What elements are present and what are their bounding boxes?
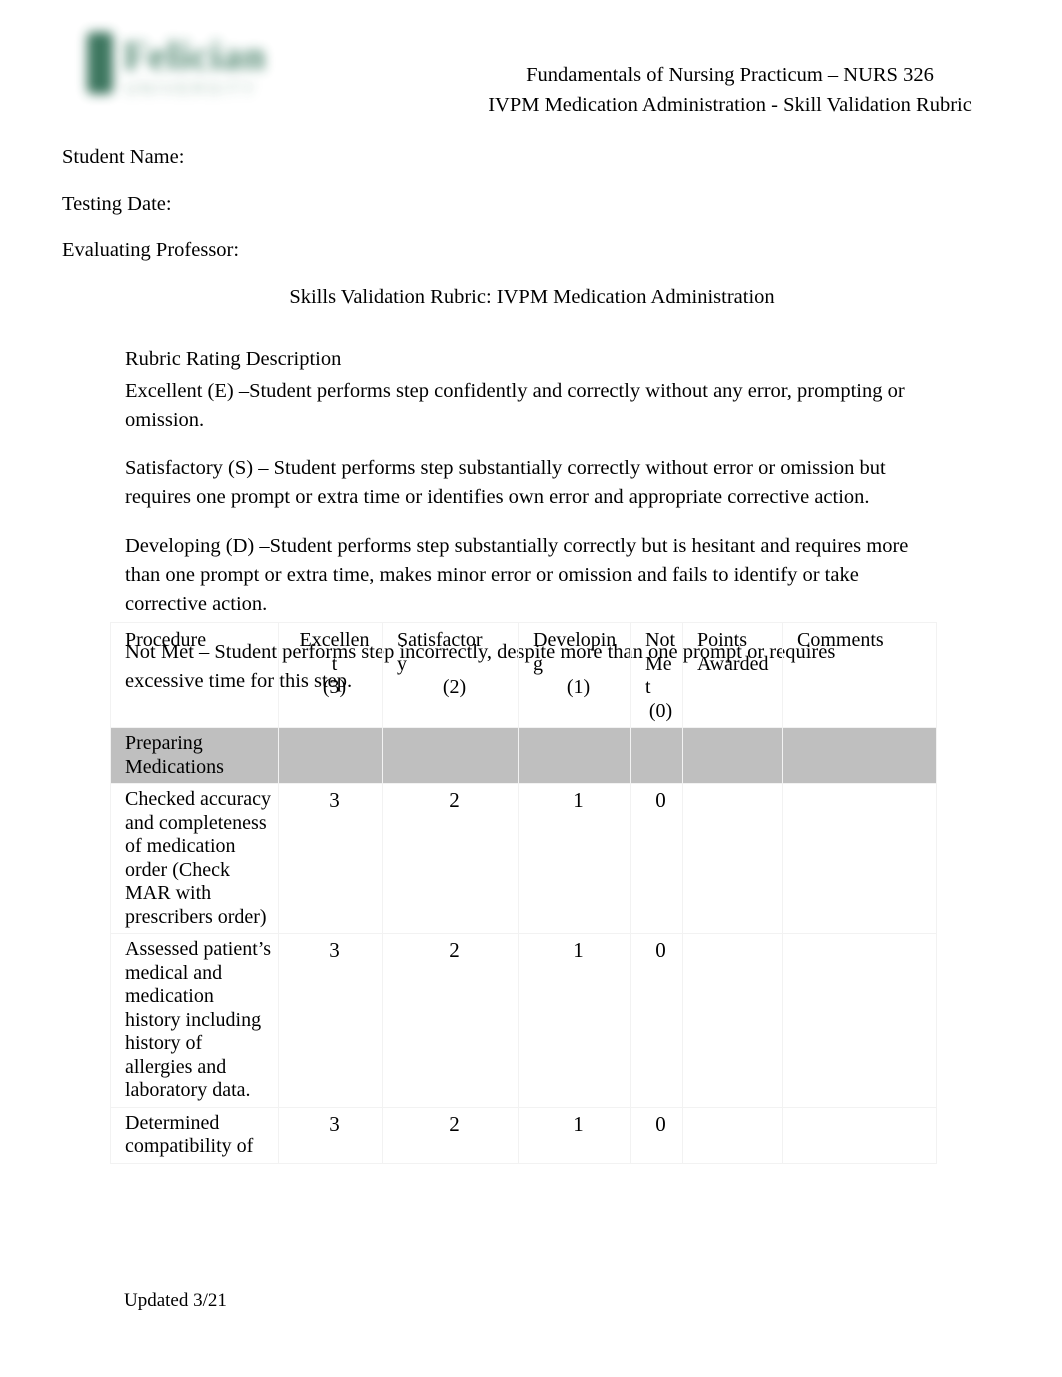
row-score-developing[interactable]: 1 — [518, 783, 631, 934]
row-points-awarded-field[interactable] — [682, 933, 783, 1108]
row-comments-field[interactable] — [782, 1106, 937, 1164]
rubric-table-container: Procedure Excellen t (3) Satisfactor y (… — [110, 622, 937, 1164]
row-score-developing[interactable]: 1 — [518, 933, 631, 1108]
column-header-not-met-line1: Not — [645, 629, 675, 651]
column-header-developing-line1: Developin — [533, 629, 617, 651]
footer-updated-text: Updated 3/21 — [124, 1290, 227, 1311]
table-row: Checked accuracy and completeness of med… — [110, 783, 937, 934]
column-header-satisfactory-line2: y — [397, 652, 407, 675]
rating-excellent-text: Excellent (E) –Student performs step con… — [125, 380, 905, 432]
table-row: Determined compatibility of 3 2 1 0 — [110, 1106, 937, 1164]
logo-subtitle: UNIVERSITY — [125, 79, 258, 98]
column-header-satisfactory-score: (2) — [442, 676, 467, 698]
rating-satisfactory-text: Satisfactory (S) – Student performs step… — [125, 457, 886, 509]
row-score-not-met[interactable]: 0 — [630, 933, 683, 1108]
column-header-excellent-line2: t — [331, 652, 338, 675]
column-header-not-met-line2: Me — [645, 652, 672, 675]
column-header-not-met-score: (0) — [648, 699, 673, 722]
section-label-preparing-medications: Preparing Medications — [110, 727, 279, 784]
row-score-excellent[interactable]: 3 — [278, 933, 383, 1108]
row-points-awarded-field[interactable] — [682, 783, 783, 934]
student-info-block: Student Name: Testing Date: Evaluating P… — [62, 146, 662, 286]
row-score-developing[interactable]: 1 — [518, 1106, 631, 1164]
table-section-row: Preparing Medications — [110, 727, 937, 784]
section-cell-developing — [518, 727, 631, 784]
column-header-excellent-line1: Excellen — [299, 629, 370, 651]
row-score-satisfactory[interactable]: 2 — [382, 1106, 519, 1164]
row-points-awarded-field[interactable] — [682, 1106, 783, 1164]
evaluating-professor-label: Evaluating Professor: — [62, 239, 240, 261]
page-title: Skills Validation Rubric: IVPM Medicatio… — [289, 286, 775, 308]
row-comments-field[interactable] — [782, 933, 937, 1108]
column-header-not-met-line3: t — [645, 676, 651, 698]
section-cell-comments — [782, 727, 937, 784]
row-score-not-met[interactable]: 0 — [630, 783, 683, 934]
logo-mark-icon — [87, 32, 113, 94]
testing-date-label: Testing Date: — [62, 192, 172, 215]
rating-developing-text: Developing (D) –Student performs step su… — [125, 534, 909, 615]
row-score-satisfactory[interactable]: 2 — [382, 783, 519, 934]
row-score-not-met[interactable]: 0 — [630, 1106, 683, 1164]
column-header-developing-line2: g — [533, 652, 543, 675]
rubric-table: Procedure Excellen t (3) Satisfactor y (… — [110, 622, 937, 1164]
section-cell-points-awarded — [682, 727, 783, 784]
row-procedure-text: Checked accuracy and completeness of med… — [110, 783, 279, 934]
column-header-developing: Developin g (1) — [518, 622, 631, 728]
document-header: Felician UNIVERSITY Fundamentals of Nurs… — [0, 0, 1062, 130]
section-cell-not-met — [630, 727, 683, 784]
row-score-excellent[interactable]: 3 — [278, 1106, 383, 1164]
column-header-satisfactory-line1: Satisfactor — [397, 629, 483, 651]
row-comments-field[interactable] — [782, 783, 937, 934]
row-procedure-text: Determined compatibility of — [110, 1106, 279, 1164]
rubric-description-heading: Rubric Rating Description — [125, 348, 342, 370]
header-title-block: Fundamentals of Nursing Practicum – NURS… — [430, 60, 1030, 121]
column-header-excellent-score: (3) — [322, 676, 347, 698]
column-header-procedure: Procedure — [110, 622, 279, 728]
column-header-not-met: Not Me t (0) — [630, 622, 683, 728]
column-header-satisfactory: Satisfactor y (2) — [382, 622, 519, 728]
document-title: IVPM Medication Administration - Skill V… — [488, 94, 972, 117]
student-name-label: Student Name: — [62, 146, 185, 168]
course-title: Fundamentals of Nursing Practicum – NURS… — [526, 64, 934, 86]
column-header-comments: Comments — [782, 622, 937, 728]
table-header-row: Procedure Excellen t (3) Satisfactor y (… — [110, 622, 937, 728]
logo-wordmark: Felician — [123, 33, 267, 78]
column-header-points-awarded: Points Awarded — [682, 622, 783, 728]
row-procedure-text: Assessed patient’s medical and medicatio… — [110, 933, 279, 1108]
column-header-developing-score: (1) — [566, 676, 591, 698]
document-page: Felician UNIVERSITY Fundamentals of Nurs… — [0, 0, 1062, 1377]
row-score-satisfactory[interactable]: 2 — [382, 933, 519, 1108]
university-logo: Felician UNIVERSITY — [75, 24, 310, 116]
column-header-excellent: Excellen t (3) — [278, 622, 383, 728]
section-cell-satisfactory — [382, 727, 519, 784]
table-row: Assessed patient’s medical and medicatio… — [110, 933, 937, 1108]
section-cell-excellent — [278, 727, 383, 784]
row-score-excellent[interactable]: 3 — [278, 783, 383, 934]
